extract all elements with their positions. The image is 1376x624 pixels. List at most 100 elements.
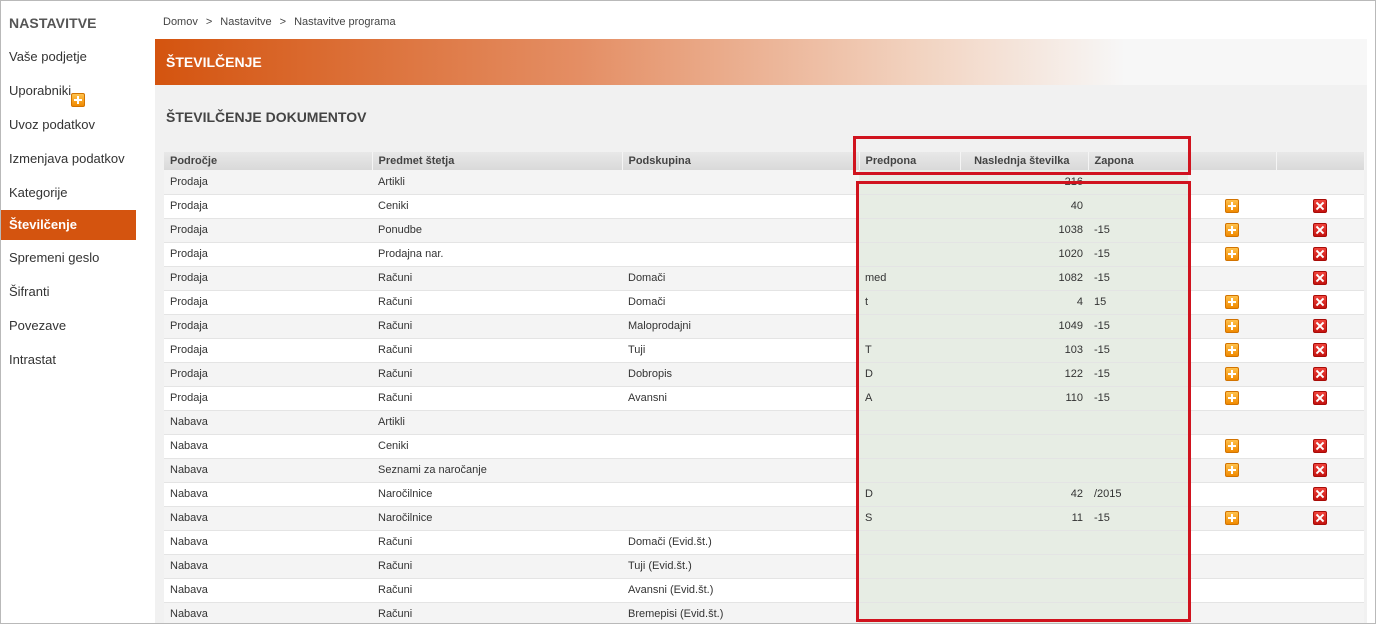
delete-icon[interactable] xyxy=(1313,343,1327,357)
breadcrumb-separator: > xyxy=(205,16,213,28)
cell-add xyxy=(1188,170,1276,195)
cell-area: Prodaja xyxy=(164,314,372,339)
sidebar-item-label: Uporabniki xyxy=(9,83,72,98)
cell-delete xyxy=(1276,602,1364,623)
page-title: ŠTEVILČENJE xyxy=(166,54,262,70)
sidebar-item-label: Spremeni geslo xyxy=(9,250,100,265)
cell-add xyxy=(1188,482,1276,507)
cell-delete xyxy=(1276,482,1364,507)
values-highlight-box xyxy=(856,181,1191,622)
sidebar: NASTAVITVE Vaše podjetje Uporabniki Uvoz p… xyxy=(1,1,136,623)
col-header-subgroup[interactable]: Podskupina xyxy=(622,152,860,170)
col-header-delete xyxy=(1276,152,1365,170)
cell-area: Prodaja xyxy=(164,338,372,363)
cell-subgroup xyxy=(622,410,859,435)
sidebar-item-label: Šifranti xyxy=(9,284,50,299)
cell-delete xyxy=(1276,506,1364,531)
add-icon[interactable] xyxy=(1225,439,1239,453)
sidebar-item-label: Vaše podjetje xyxy=(9,49,87,64)
sidebar-item-label: Povezave xyxy=(9,318,67,333)
add-icon[interactable] xyxy=(1225,511,1239,525)
sidebar-item-label: Uvoz podatkov xyxy=(9,117,95,132)
add-icon[interactable] xyxy=(1225,391,1239,405)
delete-icon[interactable] xyxy=(1313,511,1327,525)
cell-area: Nabava xyxy=(164,602,372,623)
cell-subject: Računi xyxy=(372,290,622,315)
delete-icon[interactable] xyxy=(1313,295,1327,309)
breadcrumb-settings[interactable]: Nastavitve xyxy=(220,16,271,28)
col-header-subject[interactable]: Predmet štetja xyxy=(372,152,623,170)
app-window: NASTAVITVE Vaše podjetje Uporabniki Uvoz p… xyxy=(0,0,1376,624)
cell-delete xyxy=(1276,578,1364,603)
breadcrumb-separator: > xyxy=(279,16,287,28)
page-banner: ŠTEVILČENJE xyxy=(155,39,1367,85)
cell-add xyxy=(1188,602,1276,623)
add-icon[interactable] xyxy=(1225,367,1239,381)
delete-icon[interactable] xyxy=(1313,319,1327,333)
cell-add xyxy=(1188,314,1276,339)
add-icon[interactable] xyxy=(1225,295,1239,309)
cell-add xyxy=(1188,362,1276,387)
cell-subject: Računi xyxy=(372,266,622,291)
cell-subgroup: Avansni xyxy=(622,386,859,411)
delete-icon[interactable] xyxy=(1313,391,1327,405)
cell-subject: Ceniki xyxy=(372,194,622,219)
cell-add xyxy=(1188,554,1276,579)
cell-delete xyxy=(1276,290,1364,315)
delete-icon[interactable] xyxy=(1313,367,1327,381)
add-icon[interactable] xyxy=(1225,223,1239,237)
breadcrumb-program-settings[interactable]: Nastavitve programa xyxy=(294,16,396,28)
delete-icon[interactable] xyxy=(1313,223,1327,237)
delete-icon[interactable] xyxy=(1313,439,1327,453)
cell-subject: Računi xyxy=(372,530,622,555)
cell-add xyxy=(1188,338,1276,363)
breadcrumb-home[interactable]: Domov xyxy=(163,16,198,28)
delete-icon[interactable] xyxy=(1313,199,1327,213)
cell-add xyxy=(1188,266,1276,291)
sidebar-item-label: Intrastat xyxy=(9,352,56,367)
delete-icon[interactable] xyxy=(1313,271,1327,285)
add-icon[interactable] xyxy=(1225,343,1239,357)
cell-area: Prodaja xyxy=(164,362,372,387)
cell-add xyxy=(1188,410,1276,435)
cell-subject: Ceniki xyxy=(372,434,622,459)
cell-add xyxy=(1188,578,1276,603)
cell-delete xyxy=(1276,458,1364,483)
cell-subgroup xyxy=(622,434,859,459)
cell-delete xyxy=(1276,362,1364,387)
add-icon[interactable] xyxy=(1225,199,1239,213)
col-header-add xyxy=(1188,152,1277,170)
sidebar-item-users[interactable]: Uporabniki xyxy=(1,76,136,107)
sidebar-item-intrastat[interactable]: Intrastat xyxy=(1,345,136,375)
cell-delete xyxy=(1276,266,1364,291)
sidebar-item-data-import[interactable]: Uvoz podatkov xyxy=(1,110,136,140)
cell-subject: Ponudbe xyxy=(372,218,622,243)
cell-subject: Računi xyxy=(372,554,622,579)
cell-area: Prodaja xyxy=(164,386,372,411)
sidebar-item-change-password[interactable]: Spremeni geslo xyxy=(1,243,136,273)
cell-area: Prodaja xyxy=(164,290,372,315)
col-header-area[interactable]: Področje xyxy=(164,152,373,170)
sidebar-item-codebooks[interactable]: Šifranti xyxy=(1,277,136,307)
add-icon[interactable] xyxy=(1225,247,1239,261)
cell-subject: Prodajna nar. xyxy=(372,242,622,267)
delete-icon[interactable] xyxy=(1313,487,1327,501)
cell-subgroup: Domači xyxy=(622,266,859,291)
delete-icon[interactable] xyxy=(1313,463,1327,477)
cell-area: Nabava xyxy=(164,458,372,483)
sidebar-item-data-exchange[interactable]: Izmenjava podatkov xyxy=(1,144,136,174)
section-title: ŠTEVILČENJE DOKUMENTOV xyxy=(166,109,367,125)
add-icon[interactable] xyxy=(1225,319,1239,333)
sidebar-item-company[interactable]: Vaše podjetje xyxy=(1,42,136,72)
cell-subject: Artikli xyxy=(372,170,622,195)
cell-subgroup xyxy=(622,482,859,507)
add-user-icon[interactable] xyxy=(71,92,86,107)
delete-icon[interactable] xyxy=(1313,247,1327,261)
cell-area: Nabava xyxy=(164,506,372,531)
sidebar-item-numbering[interactable]: Številčenje xyxy=(1,210,136,240)
sidebar-item-links[interactable]: Povezave xyxy=(1,311,136,341)
sidebar-item-categories[interactable]: Kategorije xyxy=(1,178,136,208)
add-icon[interactable] xyxy=(1225,463,1239,477)
cell-delete xyxy=(1276,170,1364,195)
cell-delete xyxy=(1276,314,1364,339)
